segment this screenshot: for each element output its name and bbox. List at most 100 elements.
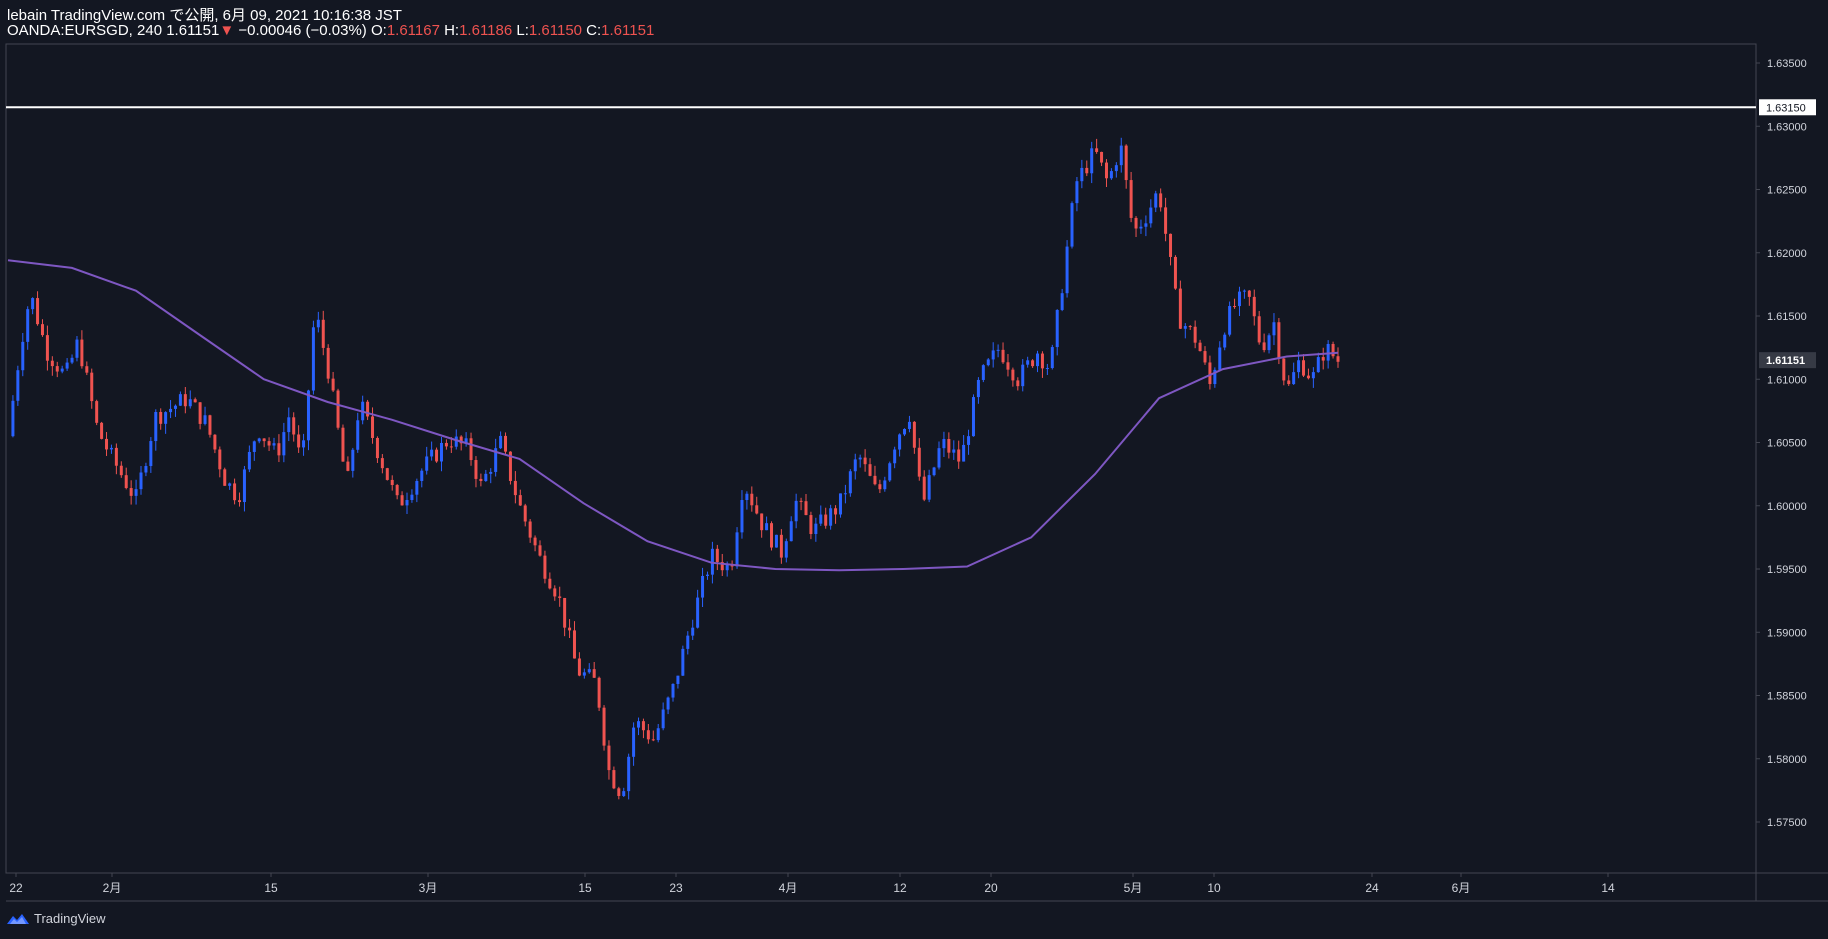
candle-body xyxy=(95,401,99,423)
candle-body xyxy=(883,480,887,490)
candle-body xyxy=(612,770,616,789)
candle-body xyxy=(410,494,414,501)
candle-body xyxy=(316,319,320,328)
footer-brand[interactable]: TradingView xyxy=(6,911,106,926)
candle-body xyxy=(770,523,774,548)
candle-body xyxy=(1055,309,1059,348)
candle-body xyxy=(641,721,645,731)
candle-body xyxy=(937,448,941,468)
candle-body xyxy=(553,588,557,597)
time-tick-label: 2月 xyxy=(103,881,122,895)
candle-body xyxy=(1173,256,1177,289)
candle-body xyxy=(543,555,547,579)
candle-body xyxy=(829,508,833,526)
price-tick-label: 1.59000 xyxy=(1767,627,1807,639)
price-axis[interactable]: 1.63500 1.63000 1.62500 1.62000 1.61500 1.610… xyxy=(1756,58,1807,829)
candle-body xyxy=(834,508,838,515)
candle-body xyxy=(247,451,251,470)
candle-body xyxy=(1282,358,1286,381)
candle-body xyxy=(1223,334,1227,348)
candle-body xyxy=(444,442,448,447)
candle-body xyxy=(563,597,567,628)
candle-body xyxy=(449,446,453,448)
candle-body xyxy=(85,366,89,373)
time-tick-label: 5月 xyxy=(1124,881,1143,895)
candle-body xyxy=(903,428,907,435)
candle-body xyxy=(297,434,301,448)
candle-body xyxy=(114,447,118,466)
candle-body xyxy=(1169,233,1173,257)
candle-body xyxy=(178,394,182,406)
candle-body xyxy=(1277,322,1281,359)
candle-body xyxy=(676,675,680,684)
candle-body xyxy=(927,475,931,500)
price-tick-label: 1.60500 xyxy=(1767,438,1807,450)
candle-body xyxy=(607,745,611,771)
candle-body xyxy=(1311,372,1315,379)
candle-body xyxy=(691,627,695,636)
price-chart[interactable]: 1.63500 1.63000 1.62500 1.62000 1.61500 1.610… xyxy=(0,0,1828,939)
hline-tag-text: 1.63150 xyxy=(1766,102,1806,114)
candle-body xyxy=(1129,180,1133,218)
moving-average-line xyxy=(7,259,1339,572)
candle-body xyxy=(223,469,227,486)
candle-body xyxy=(696,597,700,628)
candle-body xyxy=(760,513,764,531)
candle-body xyxy=(1178,288,1182,329)
candle-body xyxy=(735,532,739,567)
candle-body xyxy=(479,478,483,482)
candle-body xyxy=(528,521,532,538)
candle-body xyxy=(242,469,246,503)
plot-border xyxy=(5,43,1757,874)
candle-body xyxy=(203,415,207,424)
candle-body xyxy=(568,627,572,631)
candle-body xyxy=(814,523,818,535)
candle-body xyxy=(1257,316,1261,343)
candle-body xyxy=(124,475,128,489)
candle-body xyxy=(582,672,586,676)
candle-body xyxy=(149,441,153,467)
candle-body xyxy=(838,493,842,515)
candle-body xyxy=(139,472,143,490)
candle-body xyxy=(986,359,990,366)
candle-body xyxy=(1134,217,1138,229)
time-axis[interactable]: 22 2月 15 3月 15 23 4月 12 20 5月 10 24 6月 14 xyxy=(9,873,1615,895)
candle-body xyxy=(1247,290,1251,297)
candle-body xyxy=(957,449,961,462)
candle-body xyxy=(351,449,355,471)
candle-body xyxy=(617,788,621,796)
candle-body xyxy=(1095,148,1099,152)
candle-body xyxy=(548,578,552,589)
candle-body xyxy=(109,447,113,450)
candle-body xyxy=(809,515,813,535)
candle-body xyxy=(1026,360,1030,365)
candles-layer xyxy=(11,137,1340,800)
candle-body xyxy=(513,480,517,496)
candle-body xyxy=(425,456,429,471)
candle-body xyxy=(1090,148,1094,174)
candle-body xyxy=(1316,357,1320,373)
price-tick-label: 1.61000 xyxy=(1767,374,1807,386)
candle-body xyxy=(1144,223,1148,227)
candle-body xyxy=(1124,145,1128,181)
candle-body xyxy=(863,457,867,465)
candle-body xyxy=(385,468,389,480)
candle-body xyxy=(341,427,345,462)
candle-body xyxy=(474,460,478,479)
candle-body xyxy=(105,438,109,450)
candle-body xyxy=(932,467,936,476)
candle-body xyxy=(119,465,123,476)
candle-body xyxy=(50,360,54,367)
time-tick-label: 15 xyxy=(264,881,278,895)
candle-body xyxy=(725,564,729,571)
candle-body xyxy=(183,394,187,407)
candle-body xyxy=(888,463,892,481)
price-tick-label: 1.62000 xyxy=(1767,248,1807,260)
price-tick-label: 1.58500 xyxy=(1767,691,1807,703)
candle-body xyxy=(774,534,778,548)
candle-body xyxy=(90,372,94,402)
candle-body xyxy=(55,366,59,372)
candle-body xyxy=(1326,343,1330,361)
candle-body xyxy=(967,436,971,445)
candle-body xyxy=(1154,193,1158,208)
